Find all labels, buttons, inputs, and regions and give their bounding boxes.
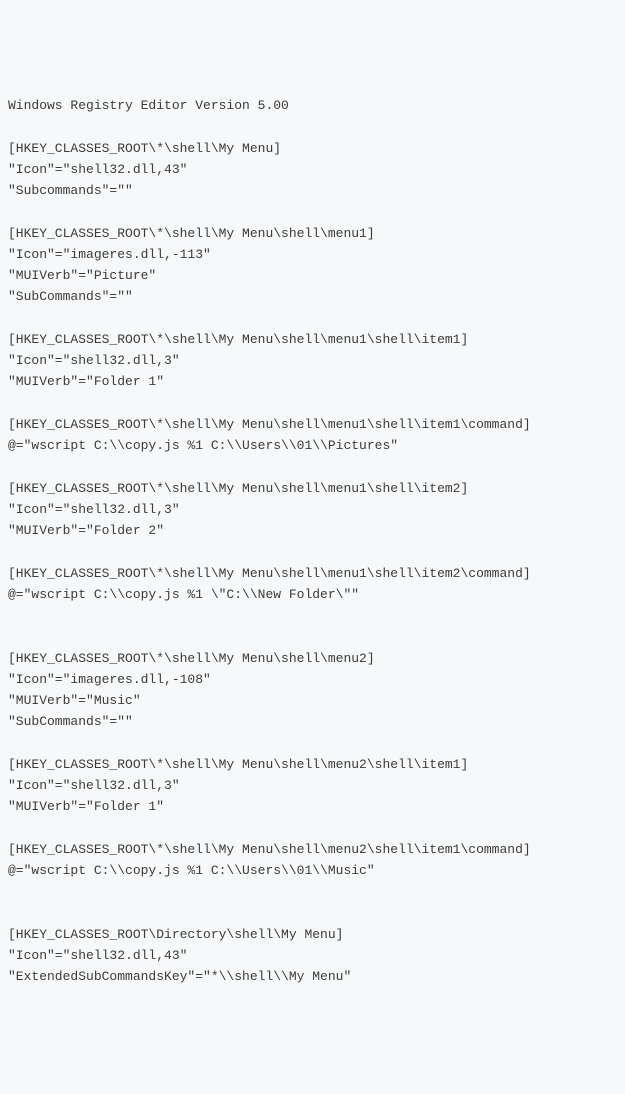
registry-block: [HKEY_CLASSES_ROOT\*\shell\My Menu\shell… [8, 842, 531, 878]
registry-block: [HKEY_CLASSES_ROOT\*\shell\My Menu\shell… [8, 757, 468, 815]
registry-block: [HKEY_CLASSES_ROOT\*\shell\My Menu\shell… [8, 417, 531, 453]
registry-block: [HKEY_CLASSES_ROOT\*\shell\My Menu\shell… [8, 332, 468, 390]
registry-block: [HKEY_CLASSES_ROOT\*\shell\My Menu\shell… [8, 566, 531, 602]
registry-code-block: Windows Registry Editor Version 5.00 [HK… [8, 95, 617, 988]
registry-block: [HKEY_CLASSES_ROOT\Directory\shell\My Me… [8, 927, 351, 985]
registry-block: [HKEY_CLASSES_ROOT\*\shell\My Menu] "Ico… [8, 141, 281, 199]
registry-block: [HKEY_CLASSES_ROOT\*\shell\My Menu\shell… [8, 651, 375, 730]
registry-block: [HKEY_CLASSES_ROOT\*\shell\My Menu\shell… [8, 481, 468, 539]
registry-block: [HKEY_CLASSES_ROOT\*\shell\My Menu\shell… [8, 226, 375, 305]
registry-header: Windows Registry Editor Version 5.00 [8, 98, 289, 113]
